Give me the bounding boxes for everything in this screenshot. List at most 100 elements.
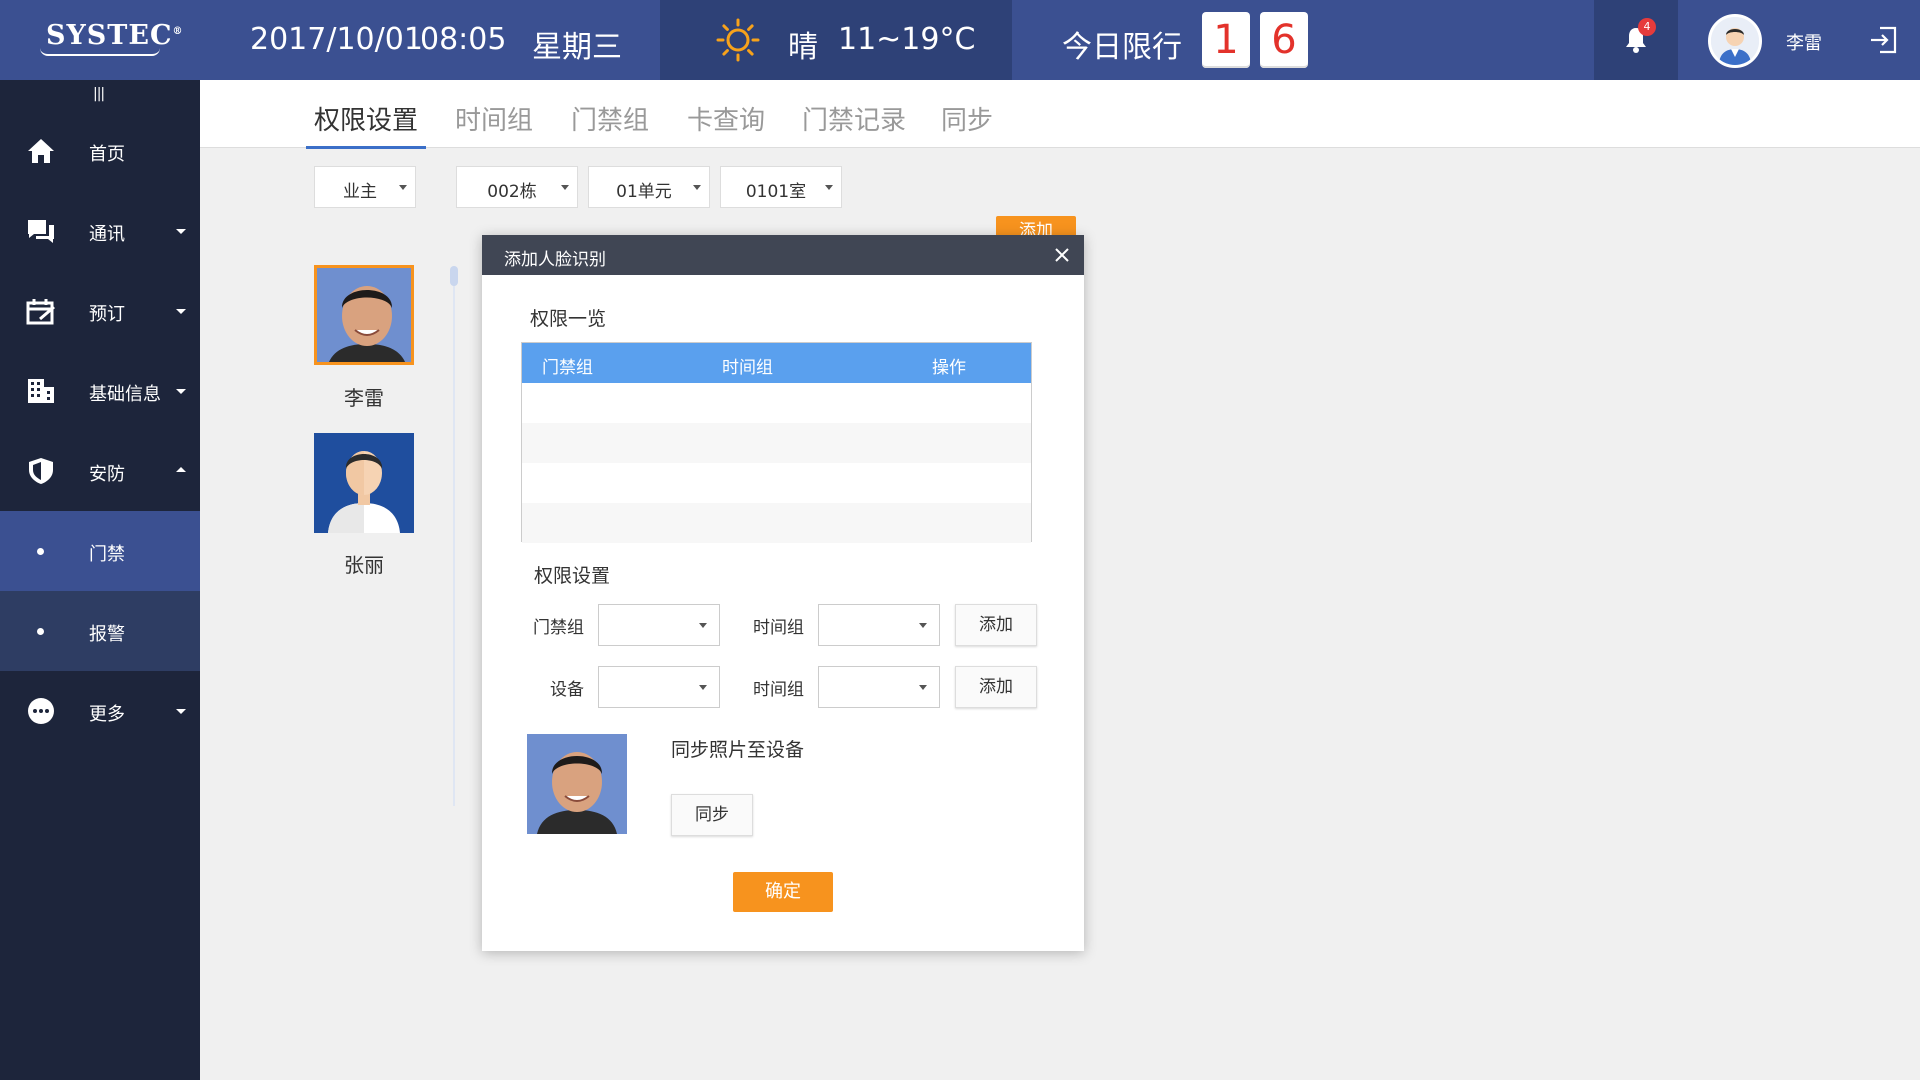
chat-icon	[28, 220, 54, 243]
dialog-title: 添加人脸识别	[504, 250, 606, 270]
chevron-up-icon	[176, 467, 186, 472]
logo-swoosh	[40, 48, 160, 56]
device-time-group-select[interactable]	[818, 666, 940, 708]
tab-access-group[interactable]: 门禁组	[571, 100, 649, 137]
sidebar-item-basic-info[interactable]: 基础信息	[0, 351, 200, 431]
sidebar-item-security[interactable]: 安防	[0, 431, 200, 511]
sidebar-item-label: 预订	[89, 304, 125, 325]
traffic-limit-label: 今日限行	[1062, 30, 1182, 65]
building-select[interactable]: 002栋	[456, 166, 578, 208]
sidebar-item-booking[interactable]: 预订	[0, 271, 200, 351]
person-photo-zhangli[interactable]	[314, 433, 414, 533]
list-scrollbar-thumb[interactable]	[450, 266, 458, 286]
sidebar-collapse-handle[interactable]: |||	[93, 86, 105, 102]
sidebar-item-alarm[interactable]: 报警	[0, 591, 200, 671]
table-header: 门禁组 时间组 操作	[522, 343, 1031, 383]
time-group-select[interactable]	[818, 604, 940, 646]
caret-down-icon	[919, 685, 927, 690]
table-row	[522, 503, 1031, 543]
face-photo	[527, 734, 627, 834]
traffic-limit-digit: 6	[1260, 12, 1308, 68]
caret-down-icon	[699, 685, 707, 690]
caret-down-icon	[825, 185, 833, 190]
current-time: 08:05	[420, 22, 507, 57]
user-name[interactable]: 李雷	[1786, 29, 1822, 55]
confirm-button[interactable]: 确定	[733, 872, 833, 912]
permission-table: 门禁组 时间组 操作	[521, 342, 1032, 543]
caret-down-icon	[699, 623, 707, 628]
bullet-icon	[37, 628, 44, 635]
building-icon	[28, 379, 54, 403]
tab-time-group[interactable]: 时间组	[455, 100, 533, 137]
weather-panel: 晴 11~19°C	[660, 0, 1012, 80]
face-photo	[317, 268, 411, 362]
permission-list-title: 权限一览	[530, 308, 607, 330]
person-photo-lilei[interactable]	[314, 265, 414, 365]
sync-photo-label: 同步照片至设备	[671, 739, 805, 761]
room-select[interactable]: 0101室	[720, 166, 842, 208]
person-name: 张丽	[344, 553, 384, 577]
tab-access-records[interactable]: 门禁记录	[802, 100, 906, 137]
user-avatar[interactable]	[1708, 14, 1762, 68]
device-select[interactable]	[598, 666, 720, 708]
time-group-label: 时间组	[753, 680, 804, 700]
add-device-button[interactable]: 添加	[955, 666, 1037, 708]
unit-select-value: 01单元	[616, 182, 672, 202]
sidebar-item-label: 首页	[89, 144, 125, 165]
column-header: 操作	[932, 358, 966, 378]
list-scrollbar-track[interactable]	[453, 266, 455, 806]
unit-select[interactable]: 01单元	[588, 166, 710, 208]
avatar-placeholder	[314, 433, 414, 533]
sidebar-item-label: 更多	[89, 704, 125, 725]
tab-bar: 权限设置 时间组 门禁组 卡查询 门禁记录 同步	[200, 80, 1920, 149]
chevron-down-icon	[176, 709, 186, 714]
current-weekday: 星期三	[532, 30, 622, 65]
role-select[interactable]: 业主	[314, 166, 416, 208]
chevron-down-icon	[176, 309, 186, 314]
tab-sync[interactable]: 同步	[941, 100, 993, 137]
chevron-down-icon	[176, 389, 186, 394]
avatar-illustration	[1711, 17, 1759, 65]
current-date: 2017/10/01	[250, 22, 423, 57]
sidebar-item-label: 安防	[89, 464, 125, 485]
sync-face-photo	[527, 734, 627, 834]
room-select-value: 0101室	[745, 182, 807, 202]
home-icon	[28, 139, 54, 163]
sync-button[interactable]: 同步	[671, 794, 753, 836]
sidebar-item-label: 门禁	[89, 544, 125, 565]
sidebar: ||| 首页 通讯 预订 基础信息 安防 门禁 报警 更多	[0, 80, 200, 1080]
chevron-down-icon	[176, 229, 186, 234]
dialog-header: 添加人脸识别	[482, 235, 1084, 275]
sidebar-item-communication[interactable]: 通讯	[0, 191, 200, 271]
traffic-limit-digit: 1	[1202, 12, 1250, 68]
notification-badge: 4	[1638, 18, 1656, 36]
permission-settings-title: 权限设置	[534, 565, 611, 587]
access-group-label: 门禁组	[533, 618, 584, 638]
add-face-recognition-dialog: 添加人脸识别 权限一览 门禁组 时间组 操作 权限设置 门禁组 时间组 添加 设…	[482, 235, 1084, 951]
tab-card-query[interactable]: 卡查询	[687, 100, 765, 137]
sidebar-item-home[interactable]: 首页	[0, 111, 200, 191]
sidebar-item-access-control[interactable]: 门禁	[0, 511, 200, 591]
sidebar-item-label: 报警	[89, 624, 125, 645]
access-group-select[interactable]	[598, 604, 720, 646]
table-row	[522, 423, 1031, 463]
caret-down-icon	[399, 185, 407, 190]
top-header: SYSTEC® 2017/10/01 08:05 星期三 晴 11~19°C 今…	[0, 0, 1920, 80]
close-icon[interactable]	[1052, 245, 1072, 265]
logout-icon[interactable]	[1868, 26, 1898, 54]
notification-button[interactable]: 4	[1594, 0, 1678, 80]
sidebar-item-more[interactable]: 更多	[0, 671, 200, 751]
sidebar-item-label: 通讯	[89, 224, 125, 245]
device-label: 设备	[550, 680, 584, 700]
more-icon	[28, 698, 54, 724]
add-access-group-button[interactable]: 添加	[955, 604, 1037, 646]
shield-icon	[29, 458, 53, 484]
sidebar-item-label: 基础信息	[89, 384, 161, 405]
building-select-value: 002栋	[487, 182, 537, 202]
tab-permission-settings[interactable]: 权限设置	[314, 100, 418, 137]
caret-down-icon	[561, 185, 569, 190]
caret-down-icon	[693, 185, 701, 190]
weather-condition: 晴	[788, 30, 818, 65]
caret-down-icon	[919, 623, 927, 628]
systec-logo: SYSTEC®	[46, 20, 184, 51]
